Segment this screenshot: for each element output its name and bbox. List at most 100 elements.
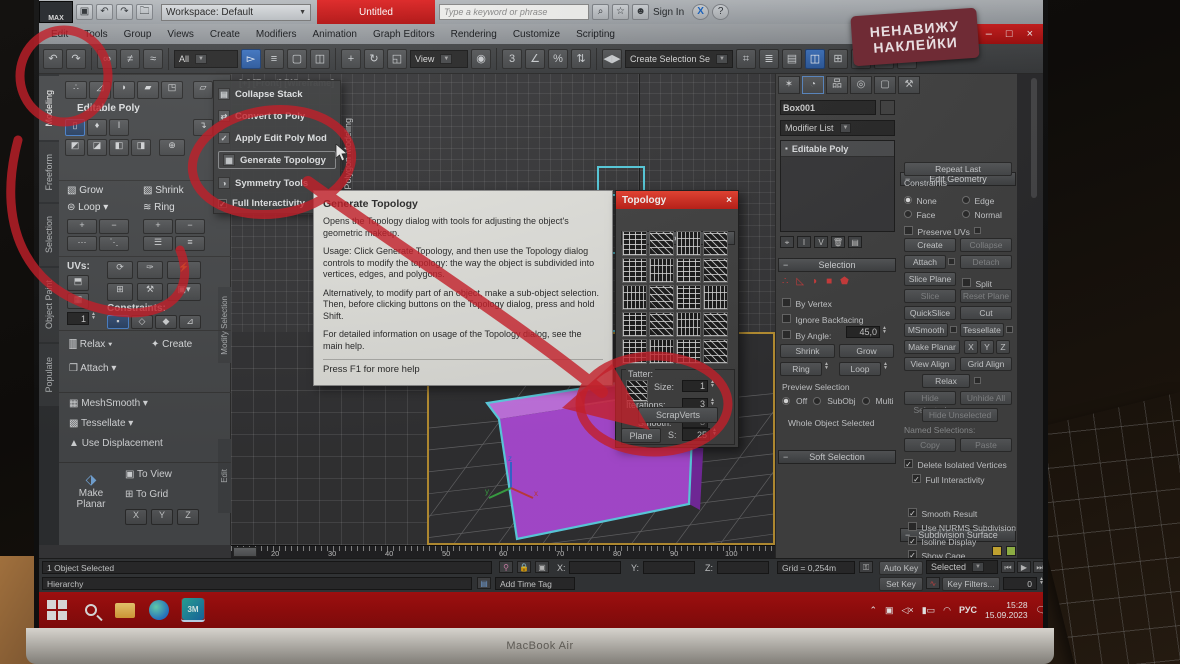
x-coordinate-field[interactable]	[569, 561, 621, 574]
star-icon[interactable]: ☆	[612, 4, 629, 20]
quick-tool-icon[interactable]: ⚡	[167, 261, 201, 279]
polygon-subobject-icon[interactable]: ■	[826, 276, 832, 287]
edge-browser-icon[interactable]	[147, 598, 171, 622]
play-icon[interactable]: ▶	[1017, 561, 1031, 573]
volume-muted-icon[interactable]: ◁×	[902, 605, 914, 616]
make-planar-button[interactable]: Make Planar	[904, 340, 960, 354]
y-coordinate-field[interactable]	[643, 561, 695, 574]
window-crossing-icon[interactable]: ◫	[310, 48, 330, 69]
ring-mode1-button[interactable]: ☰	[143, 236, 173, 251]
menu-collapse-stack[interactable]: ▤ Collapse Stack	[218, 84, 336, 104]
repeat-last-button[interactable]: Repeat Last	[904, 162, 1012, 176]
relax-options-icon[interactable]	[974, 377, 981, 384]
make-unique-icon[interactable]: V	[814, 236, 828, 248]
topology-pattern[interactable]	[622, 312, 647, 337]
detach-button[interactable]: Detach	[960, 255, 1012, 269]
polygon-mode-icon[interactable]: ▰	[137, 81, 159, 99]
cage-color-swatch[interactable]	[992, 546, 1002, 556]
reset-plane-button[interactable]: Reset Plane	[960, 289, 1012, 303]
add-time-tag-field[interactable]: Add Time Tag	[495, 577, 575, 590]
quickslice-button[interactable]: QuickSlice	[904, 306, 956, 320]
utilities-tab-icon[interactable]: ⚒	[898, 76, 920, 94]
configure-modifier-icon[interactable]: ▤	[848, 236, 862, 248]
time-slider-thumb[interactable]	[233, 547, 257, 557]
tab-selection[interactable]: Selection	[39, 204, 59, 266]
object-name-field[interactable]: Box001	[780, 100, 876, 115]
ring-button[interactable]: ≋ Ring	[143, 202, 175, 213]
edge-mode-icon[interactable]: ◿	[89, 81, 111, 99]
modifier-list-dropdown[interactable]: Modifier List ▼	[780, 120, 895, 136]
help-icon[interactable]: ?	[712, 4, 730, 20]
topology-pattern[interactable]	[703, 258, 728, 283]
pin-stack-tool-icon[interactable]: ⌖	[780, 236, 794, 248]
relax-ribbon-button[interactable]: 🀫 Relax ▾	[69, 339, 112, 350]
topology-pattern[interactable]	[703, 285, 728, 310]
listener-icon[interactable]: ▤	[477, 577, 491, 589]
layer-manager-icon[interactable]: ≣	[759, 48, 779, 69]
sign-in-link[interactable]: Sign In	[653, 7, 684, 18]
use-center-icon[interactable]: ◉	[471, 48, 491, 69]
constraint-none-icon[interactable]: ▪	[107, 315, 129, 329]
topology-pattern[interactable]	[676, 285, 701, 310]
sel-tool4-icon[interactable]: ◨	[131, 139, 151, 156]
angle-snap-icon[interactable]: ∠	[525, 48, 545, 69]
constraint-edge-icon[interactable]: ◇	[131, 315, 153, 329]
tab-modeling[interactable]: Modeling	[39, 76, 59, 140]
wifi-icon[interactable]: ◠	[943, 605, 951, 616]
menu-tools[interactable]: Tools	[84, 29, 107, 40]
topology-pattern[interactable]	[622, 285, 647, 310]
3dsmax-taskbar-icon[interactable]: 3M	[181, 598, 205, 622]
selection-rollout-header[interactable]: Selection	[778, 258, 896, 272]
maximize-button[interactable]: □	[1006, 28, 1013, 40]
sel-tool3-icon[interactable]: ◧	[109, 139, 129, 156]
repeat-icon[interactable]: ⟳	[107, 261, 133, 279]
sel-tool1-icon[interactable]: ◩	[65, 139, 85, 156]
loop-spinner[interactable]	[883, 362, 891, 370]
menu-views[interactable]: Views	[167, 29, 194, 40]
s-field[interactable]: 25	[682, 428, 710, 441]
selection-lock-icon[interactable]: 🔒	[517, 561, 531, 573]
hide-unselected-button[interactable]: Hide Unselected	[922, 408, 998, 422]
menu-rendering[interactable]: Rendering	[451, 29, 497, 40]
ring-plus-button[interactable]: +	[143, 219, 173, 234]
by-angle-row[interactable]: By Angle:	[782, 326, 831, 344]
abs-offset-icon[interactable]: ▣	[535, 561, 549, 573]
snap-toggle-icon[interactable]: 3	[502, 48, 522, 69]
exchange-icon[interactable]: X	[692, 4, 710, 20]
set-key-button[interactable]: Set Key	[879, 577, 923, 591]
menu-graph-editors[interactable]: Graph Editors	[373, 29, 435, 40]
constraint-normal-radio-row[interactable]: Normal	[962, 205, 1002, 223]
align-x-button[interactable]: X	[125, 509, 147, 525]
topology-pattern[interactable]	[622, 231, 647, 256]
topology-pattern[interactable]	[649, 312, 674, 337]
cage-selected-color-swatch[interactable]	[1006, 546, 1016, 556]
motion-tab-icon[interactable]: ◎	[850, 76, 872, 94]
hierarchy-tab-icon[interactable]: 品	[826, 76, 848, 94]
menu-create[interactable]: Create	[210, 29, 240, 40]
project-folder-icon[interactable]: 🗀	[136, 4, 153, 20]
uv-channel-field[interactable]: 1	[67, 312, 89, 325]
element-subobject-icon[interactable]: ⬟	[840, 276, 849, 287]
topology-pattern[interactable]	[676, 231, 701, 256]
ring-spinner[interactable]	[824, 362, 832, 370]
element-mode-icon[interactable]: ◳	[161, 81, 183, 99]
sel-tool5-icon[interactable]: ⊕	[159, 139, 185, 156]
key-filters-button[interactable]: Key Filters...	[942, 577, 1000, 591]
by-angle-spinner[interactable]	[882, 326, 890, 334]
uv-edit-icon[interactable]: ▦	[67, 293, 89, 309]
topology-pattern[interactable]	[676, 339, 701, 364]
workspace-dropdown[interactable]: Workspace: Default ▼	[161, 3, 311, 21]
constraint-normal-icon[interactable]: ⊿	[179, 315, 201, 329]
slice-plane-button[interactable]: Slice Plane	[904, 272, 956, 286]
unlink-icon[interactable]: ≠	[120, 48, 140, 69]
ring-button[interactable]: Ring	[780, 362, 822, 376]
topology-pattern[interactable]	[676, 312, 701, 337]
soft-selection-rollout-header[interactable]: Soft Selection	[778, 450, 896, 464]
scrapverts-button[interactable]: ScrapVerts	[638, 407, 718, 423]
size-spinner[interactable]	[710, 380, 718, 388]
create-ribbon-button[interactable]: ✦ Create	[151, 339, 192, 350]
preview-toggle-icon[interactable]: ▯	[65, 119, 85, 136]
preview-off-radio[interactable]	[782, 397, 790, 405]
auto-key-button[interactable]: Auto Key	[879, 561, 923, 575]
paste-tool-icon[interactable]: ▣▾	[167, 283, 201, 301]
